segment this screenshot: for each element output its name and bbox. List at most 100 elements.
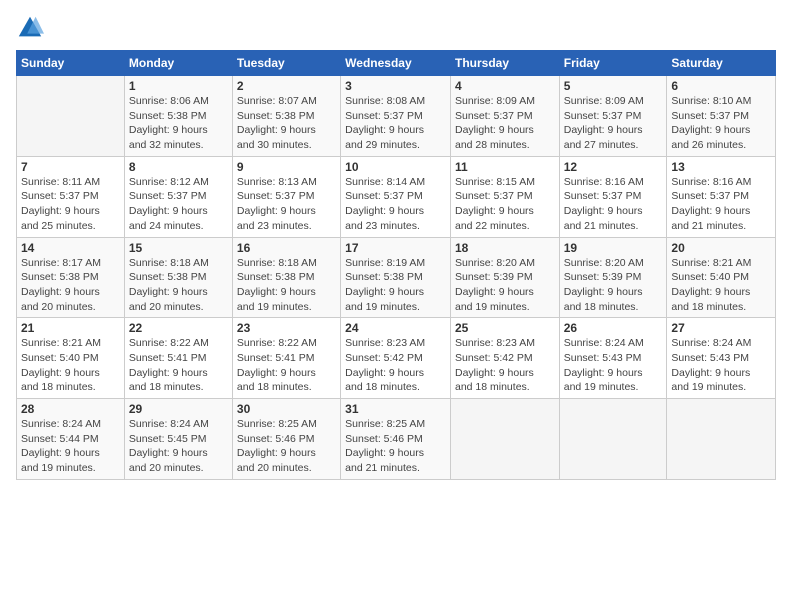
day-number: 26	[564, 321, 663, 335]
day-info: Sunrise: 8:16 AM Sunset: 5:37 PM Dayligh…	[671, 175, 771, 234]
logo	[16, 14, 48, 42]
calendar-cell: 18Sunrise: 8:20 AM Sunset: 5:39 PM Dayli…	[450, 237, 559, 318]
calendar-cell: 8Sunrise: 8:12 AM Sunset: 5:37 PM Daylig…	[124, 156, 232, 237]
day-info: Sunrise: 8:08 AM Sunset: 5:37 PM Dayligh…	[345, 94, 446, 153]
calendar-week-4: 21Sunrise: 8:21 AM Sunset: 5:40 PM Dayli…	[17, 318, 776, 399]
day-number: 8	[129, 160, 228, 174]
day-info: Sunrise: 8:13 AM Sunset: 5:37 PM Dayligh…	[237, 175, 336, 234]
day-info: Sunrise: 8:11 AM Sunset: 5:37 PM Dayligh…	[21, 175, 120, 234]
day-info: Sunrise: 8:18 AM Sunset: 5:38 PM Dayligh…	[237, 256, 336, 315]
day-info: Sunrise: 8:24 AM Sunset: 5:45 PM Dayligh…	[129, 417, 228, 476]
calendar-week-5: 28Sunrise: 8:24 AM Sunset: 5:44 PM Dayli…	[17, 399, 776, 480]
calendar-cell: 2Sunrise: 8:07 AM Sunset: 5:38 PM Daylig…	[232, 76, 340, 157]
day-number: 2	[237, 79, 336, 93]
day-number: 31	[345, 402, 446, 416]
day-info: Sunrise: 8:09 AM Sunset: 5:37 PM Dayligh…	[455, 94, 555, 153]
calendar-cell: 15Sunrise: 8:18 AM Sunset: 5:38 PM Dayli…	[124, 237, 232, 318]
calendar-cell: 30Sunrise: 8:25 AM Sunset: 5:46 PM Dayli…	[232, 399, 340, 480]
day-info: Sunrise: 8:19 AM Sunset: 5:38 PM Dayligh…	[345, 256, 446, 315]
calendar-cell: 25Sunrise: 8:23 AM Sunset: 5:42 PM Dayli…	[450, 318, 559, 399]
calendar-cell: 12Sunrise: 8:16 AM Sunset: 5:37 PM Dayli…	[559, 156, 667, 237]
day-info: Sunrise: 8:17 AM Sunset: 5:38 PM Dayligh…	[21, 256, 120, 315]
day-number: 27	[671, 321, 771, 335]
day-number: 23	[237, 321, 336, 335]
weekday-header-saturday: Saturday	[667, 51, 776, 76]
day-number: 3	[345, 79, 446, 93]
calendar-cell	[559, 399, 667, 480]
day-number: 17	[345, 241, 446, 255]
page-container: SundayMondayTuesdayWednesdayThursdayFrid…	[0, 0, 792, 490]
day-info: Sunrise: 8:16 AM Sunset: 5:37 PM Dayligh…	[564, 175, 663, 234]
day-info: Sunrise: 8:06 AM Sunset: 5:38 PM Dayligh…	[129, 94, 228, 153]
calendar-cell: 26Sunrise: 8:24 AM Sunset: 5:43 PM Dayli…	[559, 318, 667, 399]
day-info: Sunrise: 8:20 AM Sunset: 5:39 PM Dayligh…	[455, 256, 555, 315]
calendar-cell: 27Sunrise: 8:24 AM Sunset: 5:43 PM Dayli…	[667, 318, 776, 399]
calendar-cell: 21Sunrise: 8:21 AM Sunset: 5:40 PM Dayli…	[17, 318, 125, 399]
day-number: 30	[237, 402, 336, 416]
calendar-cell: 16Sunrise: 8:18 AM Sunset: 5:38 PM Dayli…	[232, 237, 340, 318]
day-number: 10	[345, 160, 446, 174]
day-info: Sunrise: 8:23 AM Sunset: 5:42 PM Dayligh…	[345, 336, 446, 395]
day-number: 28	[21, 402, 120, 416]
day-info: Sunrise: 8:14 AM Sunset: 5:37 PM Dayligh…	[345, 175, 446, 234]
calendar-cell: 24Sunrise: 8:23 AM Sunset: 5:42 PM Dayli…	[341, 318, 451, 399]
calendar-cell: 22Sunrise: 8:22 AM Sunset: 5:41 PM Dayli…	[124, 318, 232, 399]
weekday-header-wednesday: Wednesday	[341, 51, 451, 76]
day-number: 24	[345, 321, 446, 335]
day-number: 20	[671, 241, 771, 255]
day-info: Sunrise: 8:23 AM Sunset: 5:42 PM Dayligh…	[455, 336, 555, 395]
calendar-table: SundayMondayTuesdayWednesdayThursdayFrid…	[16, 50, 776, 480]
calendar-week-2: 7Sunrise: 8:11 AM Sunset: 5:37 PM Daylig…	[17, 156, 776, 237]
day-number: 15	[129, 241, 228, 255]
day-info: Sunrise: 8:24 AM Sunset: 5:43 PM Dayligh…	[671, 336, 771, 395]
header	[16, 10, 776, 42]
day-number: 16	[237, 241, 336, 255]
day-info: Sunrise: 8:24 AM Sunset: 5:43 PM Dayligh…	[564, 336, 663, 395]
day-number: 14	[21, 241, 120, 255]
calendar-cell: 23Sunrise: 8:22 AM Sunset: 5:41 PM Dayli…	[232, 318, 340, 399]
calendar-cell	[667, 399, 776, 480]
calendar-cell: 19Sunrise: 8:20 AM Sunset: 5:39 PM Dayli…	[559, 237, 667, 318]
day-number: 18	[455, 241, 555, 255]
day-number: 21	[21, 321, 120, 335]
calendar-cell: 28Sunrise: 8:24 AM Sunset: 5:44 PM Dayli…	[17, 399, 125, 480]
weekday-header-sunday: Sunday	[17, 51, 125, 76]
day-number: 11	[455, 160, 555, 174]
day-number: 12	[564, 160, 663, 174]
day-number: 9	[237, 160, 336, 174]
calendar-cell: 4Sunrise: 8:09 AM Sunset: 5:37 PM Daylig…	[450, 76, 559, 157]
day-info: Sunrise: 8:21 AM Sunset: 5:40 PM Dayligh…	[21, 336, 120, 395]
day-number: 7	[21, 160, 120, 174]
logo-icon	[16, 14, 44, 42]
weekday-header-tuesday: Tuesday	[232, 51, 340, 76]
day-info: Sunrise: 8:22 AM Sunset: 5:41 PM Dayligh…	[129, 336, 228, 395]
calendar-cell	[17, 76, 125, 157]
day-number: 5	[564, 79, 663, 93]
day-info: Sunrise: 8:22 AM Sunset: 5:41 PM Dayligh…	[237, 336, 336, 395]
calendar-cell: 14Sunrise: 8:17 AM Sunset: 5:38 PM Dayli…	[17, 237, 125, 318]
calendar-cell: 20Sunrise: 8:21 AM Sunset: 5:40 PM Dayli…	[667, 237, 776, 318]
day-info: Sunrise: 8:12 AM Sunset: 5:37 PM Dayligh…	[129, 175, 228, 234]
day-info: Sunrise: 8:07 AM Sunset: 5:38 PM Dayligh…	[237, 94, 336, 153]
day-number: 4	[455, 79, 555, 93]
day-number: 22	[129, 321, 228, 335]
calendar-week-1: 1Sunrise: 8:06 AM Sunset: 5:38 PM Daylig…	[17, 76, 776, 157]
day-info: Sunrise: 8:15 AM Sunset: 5:37 PM Dayligh…	[455, 175, 555, 234]
day-info: Sunrise: 8:24 AM Sunset: 5:44 PM Dayligh…	[21, 417, 120, 476]
calendar-cell: 9Sunrise: 8:13 AM Sunset: 5:37 PM Daylig…	[232, 156, 340, 237]
day-number: 1	[129, 79, 228, 93]
day-number: 13	[671, 160, 771, 174]
day-number: 29	[129, 402, 228, 416]
day-info: Sunrise: 8:09 AM Sunset: 5:37 PM Dayligh…	[564, 94, 663, 153]
weekday-header-thursday: Thursday	[450, 51, 559, 76]
calendar-cell: 7Sunrise: 8:11 AM Sunset: 5:37 PM Daylig…	[17, 156, 125, 237]
calendar-cell: 10Sunrise: 8:14 AM Sunset: 5:37 PM Dayli…	[341, 156, 451, 237]
calendar-cell: 17Sunrise: 8:19 AM Sunset: 5:38 PM Dayli…	[341, 237, 451, 318]
day-info: Sunrise: 8:25 AM Sunset: 5:46 PM Dayligh…	[345, 417, 446, 476]
calendar-cell	[450, 399, 559, 480]
calendar-cell: 29Sunrise: 8:24 AM Sunset: 5:45 PM Dayli…	[124, 399, 232, 480]
day-info: Sunrise: 8:21 AM Sunset: 5:40 PM Dayligh…	[671, 256, 771, 315]
day-info: Sunrise: 8:25 AM Sunset: 5:46 PM Dayligh…	[237, 417, 336, 476]
day-info: Sunrise: 8:20 AM Sunset: 5:39 PM Dayligh…	[564, 256, 663, 315]
day-number: 6	[671, 79, 771, 93]
